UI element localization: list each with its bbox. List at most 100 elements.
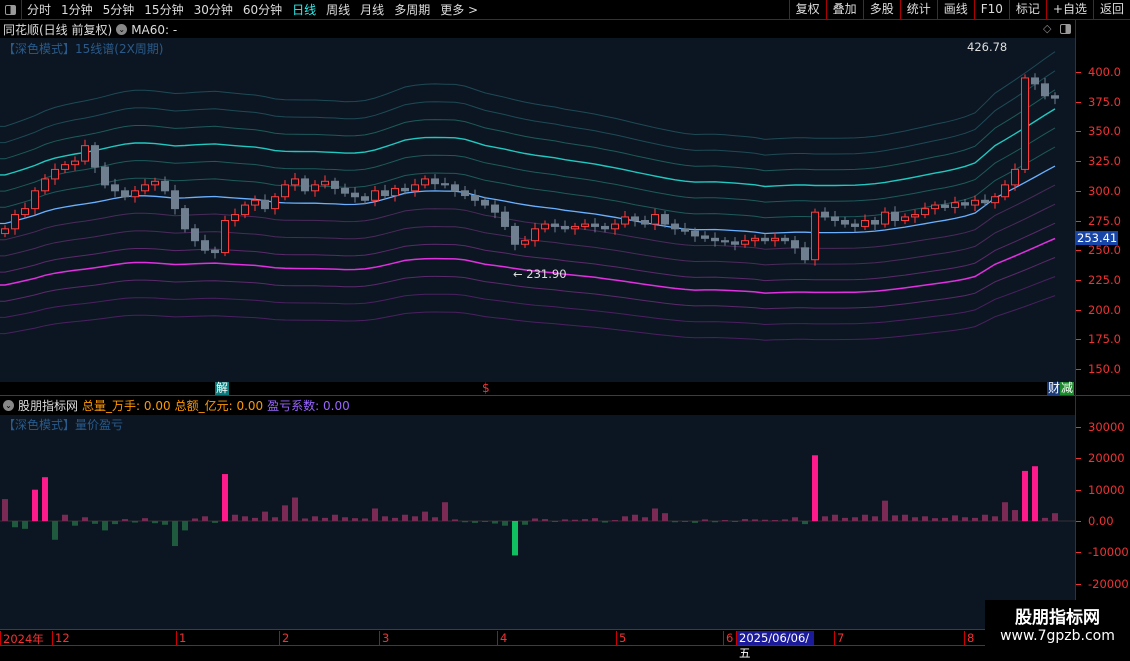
toolbar-button-0[interactable]: 复权 xyxy=(788,0,826,20)
y-tick xyxy=(1076,101,1081,103)
volume-bar xyxy=(22,521,28,529)
volume-bar xyxy=(1052,513,1058,521)
toolbar-button-8[interactable]: 返回 xyxy=(1092,0,1130,20)
candle xyxy=(461,186,469,200)
candle xyxy=(171,184,179,215)
candle xyxy=(501,206,509,231)
candle xyxy=(151,177,159,191)
volume-bar xyxy=(222,474,228,521)
toolbar-button-6[interactable]: 标记 xyxy=(1008,0,1046,20)
period-tab-3[interactable]: 15分钟 xyxy=(139,1,188,18)
candle xyxy=(1021,74,1029,173)
low-price-label: ← 231.90 xyxy=(513,267,567,281)
candle xyxy=(471,189,479,207)
period-tab-0[interactable]: 分时 xyxy=(22,1,56,18)
volume-bar xyxy=(402,514,408,521)
candle xyxy=(951,196,959,214)
candle xyxy=(211,246,219,259)
candle xyxy=(291,172,299,191)
volume-bar xyxy=(512,521,518,556)
toolbar-button-5[interactable]: F10 xyxy=(973,0,1009,20)
band-line-4 xyxy=(0,127,1056,203)
y-tick xyxy=(1076,339,1081,341)
price-tick-label: 300.0 xyxy=(1088,183,1121,198)
volume-bar xyxy=(882,500,888,521)
volume-bar xyxy=(842,517,848,521)
period-tab-7[interactable]: 周线 xyxy=(321,1,355,18)
period-tab-8[interactable]: 月线 xyxy=(355,1,389,18)
volume-bar xyxy=(982,514,988,521)
volume-bar xyxy=(352,518,358,521)
y-tick xyxy=(1076,489,1081,491)
volume-bar xyxy=(742,519,748,521)
volume-bar xyxy=(642,517,648,521)
price-tick-label: 200.0 xyxy=(1088,302,1121,317)
volume-bar xyxy=(72,521,78,526)
candle xyxy=(761,233,769,245)
time-axis: 2024年 12 1 2 3 4 5 6 2025/06/06/五 7 8 xyxy=(0,629,985,660)
chevron-down-icon[interactable]: ⌄ xyxy=(3,400,14,411)
watermark-url: www.7gpzb.com xyxy=(1000,628,1115,644)
price-tick-label: 400.0 xyxy=(1088,65,1121,79)
volume-tick-label: 20000 xyxy=(1088,451,1125,466)
volume-bar xyxy=(32,489,38,521)
volume-bar xyxy=(872,516,878,521)
period-tab-1[interactable]: 1分钟 xyxy=(56,1,98,18)
volume-bar xyxy=(422,511,428,521)
volume-indicator-chart[interactable]: 【深色模式】量价盈亏 xyxy=(0,415,1075,629)
period-tab-9[interactable]: 多周期 xyxy=(389,1,435,18)
volume-bar xyxy=(482,521,488,522)
price-tick-label: 150.0 xyxy=(1088,362,1121,376)
chevron-down-icon[interactable]: ⌄ xyxy=(116,24,128,35)
candle xyxy=(651,208,659,231)
candle xyxy=(621,210,629,228)
diamond-icon[interactable]: ◇ xyxy=(1043,22,1051,35)
toolbar-button-4[interactable]: 画线 xyxy=(936,0,974,20)
jian-marker[interactable]: 减 xyxy=(1060,382,1075,395)
dollar-marker[interactable]: $ xyxy=(481,382,491,395)
candle xyxy=(821,207,829,221)
panel-icon[interactable] xyxy=(1060,24,1071,34)
candle xyxy=(901,213,909,225)
price-tick-label: 325.0 xyxy=(1088,154,1121,169)
candle xyxy=(681,222,689,235)
candle xyxy=(571,222,579,235)
volume-bar xyxy=(142,518,148,521)
period-tab-5[interactable]: 60分钟 xyxy=(238,1,287,18)
volume-bar xyxy=(562,519,568,521)
volume-bar xyxy=(362,518,368,521)
toolbar-button-1[interactable]: 叠加 xyxy=(825,0,863,20)
volume-bar xyxy=(822,516,828,521)
volume-bar xyxy=(382,516,388,521)
candle xyxy=(341,183,349,197)
price-tick-label: 275.0 xyxy=(1088,213,1121,228)
volume-bar xyxy=(622,516,628,521)
cai-marker[interactable]: 财 xyxy=(1047,382,1062,395)
candle xyxy=(771,232,779,247)
candle xyxy=(221,215,229,257)
candle xyxy=(451,181,459,197)
panel-toggle-button[interactable] xyxy=(0,0,22,20)
band-line-3 xyxy=(0,108,1056,188)
toolbar-button-2[interactable]: 多股 xyxy=(862,0,900,20)
y-tick xyxy=(1076,190,1081,192)
candle xyxy=(1,225,9,238)
price-chart[interactable]: 【深色模式】15线谱(2X周期) 426.78 ← 231.90 xyxy=(0,38,1075,382)
toolbar-button-7[interactable]: +自选 xyxy=(1045,0,1093,20)
candle xyxy=(991,193,999,209)
candle xyxy=(841,216,849,228)
volume-bar xyxy=(782,519,788,521)
period-tab-2[interactable]: 5分钟 xyxy=(98,1,140,18)
toolbar-button-3[interactable]: 统计 xyxy=(899,0,937,20)
period-tab-6[interactable]: 日线 xyxy=(287,1,321,18)
period-tab-10[interactable]: 更多 > xyxy=(435,1,483,18)
candle xyxy=(331,177,339,195)
candle xyxy=(1031,73,1039,90)
jie-marker[interactable]: 解 xyxy=(215,382,230,395)
volume-bar xyxy=(992,516,998,521)
volume-bar xyxy=(792,517,798,521)
period-tab-4[interactable]: 30分钟 xyxy=(189,1,238,18)
candle xyxy=(791,235,799,254)
candle xyxy=(271,193,279,215)
volume-bar xyxy=(1032,466,1038,521)
